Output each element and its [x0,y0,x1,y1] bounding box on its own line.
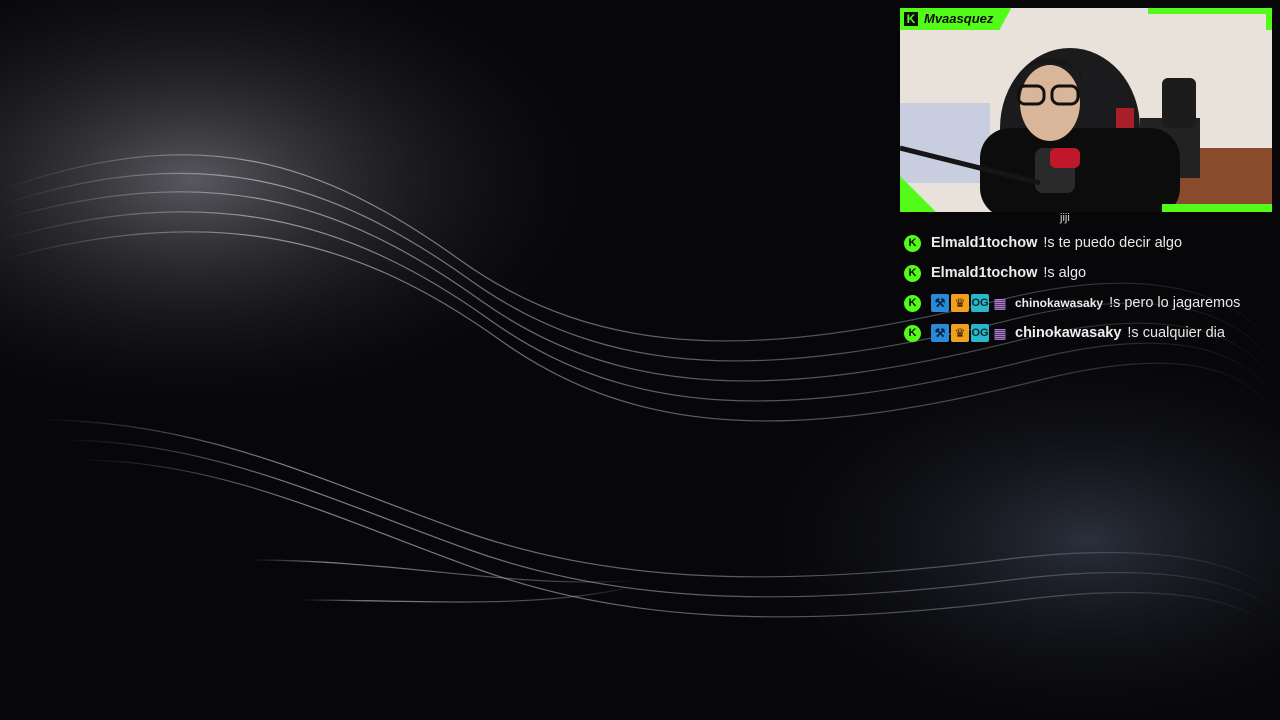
chat-message: K ⚒ ♛ OG ▦ chinokawasaky !s cualquier di… [904,318,1280,348]
chat-message: K Elmald1tochow !s te puedo decir algo [904,228,1280,258]
chat-username[interactable]: chinokawasaky [1015,296,1103,310]
chat-text: !s algo [1043,265,1087,281]
chat-overlay: jiji K Elmald1tochow !s te puedo decir a… [904,208,1280,348]
hammer-icon: ⚒ [931,324,949,342]
chat-text: !s pero lo jagaremos [1109,295,1241,311]
chat-username[interactable]: chinokawasaky [1015,325,1121,341]
kick-badge-icon: K [904,324,921,342]
kick-badge-icon: K [904,294,921,312]
kick-logo-icon: K [904,12,918,26]
hammer-icon: ⚒ [931,294,949,312]
chat-username[interactable]: Elmald1tochow [931,235,1037,251]
og-badge-icon: OG [971,324,989,342]
kick-badge-icon: K [904,264,921,282]
gift-icon: ▦ [993,295,1007,311]
webcam-video [900,8,1272,212]
gift-icon: ▦ [993,325,1007,341]
crown-icon: ♛ [951,324,969,342]
chat-partial-message: jiji [1060,212,1070,224]
chat-text: !s te puedo decir algo [1043,235,1183,251]
chat-username[interactable]: Elmald1tochow [931,265,1037,281]
streamer-name-tag: K Mvaasquez [900,8,1011,30]
chat-message: K ⚒ ♛ OG ▦ chinokawasaky !s pero lo jaga… [904,288,1280,318]
crown-icon: ♛ [951,294,969,312]
chat-message: K Elmald1tochow !s algo [904,258,1280,288]
frame-accent-top [1148,8,1272,14]
og-badge-icon: OG [971,294,989,312]
chat-text: !s cualquier dia [1127,325,1225,341]
webcam-frame: K Mvaasquez [900,8,1272,212]
frame-accent-right [1266,8,1272,30]
kick-badge-icon: K [904,234,921,252]
streamer-name: Mvaasquez [924,11,994,26]
